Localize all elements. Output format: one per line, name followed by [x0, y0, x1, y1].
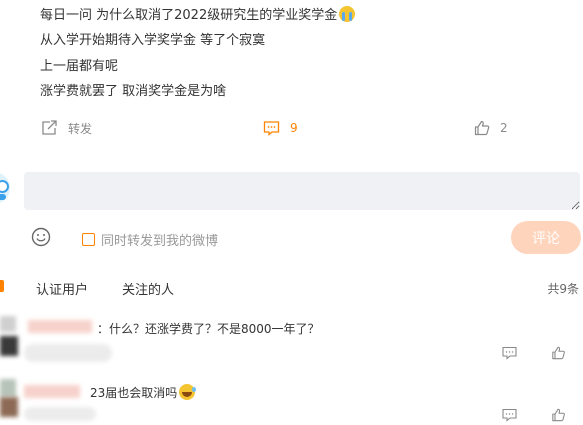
blurred-content	[24, 344, 112, 362]
like-count: 2	[500, 121, 508, 135]
post-line-text: 每日一问 为什么取消了2022级研究生的学业奖学金	[40, 8, 338, 23]
avatar	[0, 379, 16, 397]
laughing-tears-emoji-icon	[179, 384, 197, 400]
avatar	[0, 316, 16, 332]
post-line: 上一届都有呢	[40, 59, 119, 74]
blurred-content	[24, 407, 96, 421]
avatar	[0, 397, 18, 417]
crying-emoji-icon	[339, 6, 356, 22]
comment-input[interactable]	[24, 172, 580, 210]
username[interactable]	[24, 385, 80, 398]
my-avatar	[0, 172, 10, 204]
emoji-picker-button[interactable]	[31, 227, 51, 251]
username[interactable]	[28, 320, 92, 333]
checkbox-box[interactable]	[82, 233, 95, 246]
tab-verified-users[interactable]: 认证用户	[36, 279, 88, 298]
reply-text-line: 23届也会取消吗	[90, 384, 197, 401]
like-icon	[474, 120, 490, 136]
comment-count: 9	[290, 121, 298, 135]
like-icon[interactable]	[551, 408, 566, 422]
tab-indicator	[0, 280, 4, 292]
post-line: 从入学开始期待入学奖学金 等了个寂寞	[40, 33, 266, 48]
reply-icon[interactable]	[502, 346, 517, 360]
comment-button[interactable]: 9	[263, 119, 298, 137]
comment-total: 共9条	[547, 282, 579, 296]
reply-text: 23届也会取消吗	[90, 386, 178, 400]
repost-label: 转发	[68, 121, 93, 136]
like-icon[interactable]	[551, 346, 566, 360]
repost-icon	[42, 120, 57, 135]
comment-icon	[263, 121, 280, 136]
repost-also-checkbox[interactable]: 同时转发到我的微博	[82, 230, 218, 249]
avatar	[0, 336, 18, 356]
repost-button[interactable]: 转发	[41, 119, 92, 137]
post-line: 涨学费就罢了 取消奖学金是为啥	[40, 84, 227, 99]
repost-also-label: 同时转发到我的微博	[101, 234, 219, 249]
submit-comment-button[interactable]: 评论	[511, 221, 581, 254]
reply-icon[interactable]	[502, 408, 517, 422]
post-line: 每日一问 为什么取消了2022级研究生的学业奖学金	[40, 6, 356, 25]
tab-following[interactable]: 关注的人	[122, 279, 174, 298]
reply-text: ：什么？还涨学费了？不是8000一年了？	[97, 322, 320, 336]
smiley-icon	[31, 227, 51, 247]
like-button[interactable]: 2	[474, 119, 508, 137]
